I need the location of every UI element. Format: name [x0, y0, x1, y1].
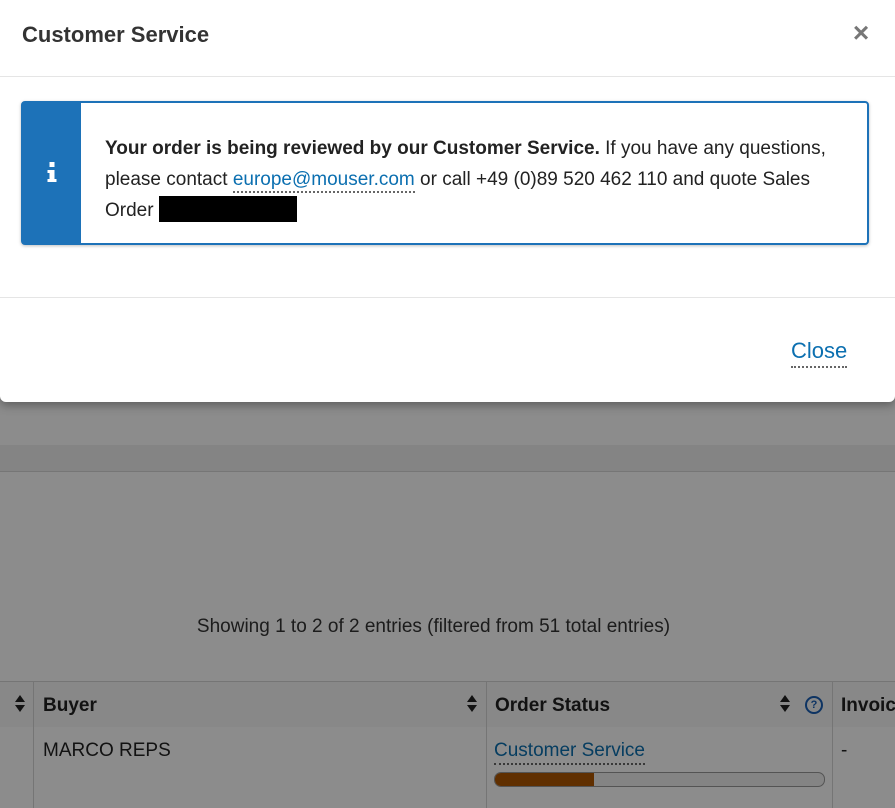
close-button[interactable]: Close: [791, 338, 848, 368]
customer-service-dialog: Customer Service × Your order is being r…: [0, 0, 895, 402]
close-icon[interactable]: ×: [848, 18, 874, 48]
alert-message: Your order is being reviewed by our Cust…: [105, 133, 845, 226]
alert-bold-text: Your order is being reviewed by our Cust…: [105, 138, 600, 159]
modal-title: Customer Service: [22, 22, 210, 47]
info-icon: [23, 103, 81, 243]
email-link[interactable]: europe@mouser.com: [232, 169, 415, 193]
redacted-sales-order: [158, 196, 297, 222]
info-alert: Your order is being reviewed by our Cust…: [21, 101, 869, 245]
modal-header: Customer Service ×: [0, 0, 895, 77]
modal-footer: Close: [0, 297, 895, 403]
